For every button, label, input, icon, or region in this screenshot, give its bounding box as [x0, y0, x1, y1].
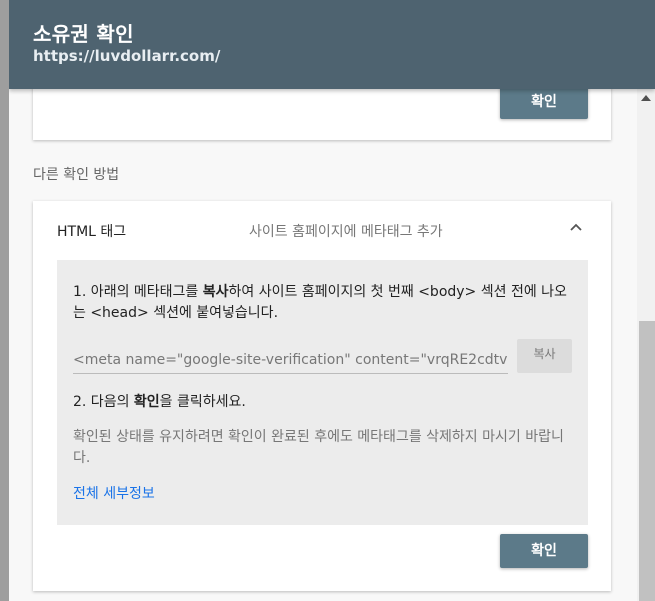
ownership-verification-dialog: 소유권 확인 https://luvdollarr.com/ 확인 다른 확인 … [9, 0, 655, 601]
background-strip [0, 0, 9, 601]
dialog-title: 소유권 확인 [33, 22, 134, 46]
scroll-thumb[interactable] [639, 321, 655, 601]
retention-note: 확인된 상태를 유지하려면 확인이 완료된 후에도 메타태그를 삭제하지 마시기… [73, 429, 564, 466]
dialog-body: 확인 다른 확인 방법 HTML 태그 사이트 홈페이지에 메타태그 추가 1.… [9, 60, 637, 601]
other-methods-label: 다른 확인 방법 [33, 167, 120, 183]
step1-bold: 복사 [202, 284, 229, 300]
copy-button[interactable]: 복사 [517, 339, 572, 373]
scroll-up-arrow-icon[interactable] [641, 95, 651, 101]
step2-bold: 확인 [133, 394, 160, 410]
html-tag-method-card: HTML 태그 사이트 홈페이지에 메타태그 추가 1. 아래의 메타태그를 복… [33, 201, 611, 591]
chevron-up-icon[interactable] [567, 219, 585, 237]
method-description: 사이트 홈페이지에 메타태그 추가 [249, 224, 443, 240]
meta-tag-field[interactable]: <meta name="google-site-verification" co… [73, 349, 508, 374]
property-url: https://luvdollarr.com/ [33, 47, 221, 65]
step2-suffix: 을 클릭하세요. [159, 394, 246, 410]
step1-prefix: 1. 아래의 메타태그를 [73, 284, 203, 300]
details-link[interactable]: 전체 세부정보 [73, 483, 155, 503]
confirm-button[interactable]: 확인 [500, 534, 588, 568]
confirm-button-top[interactable]: 확인 [500, 85, 588, 119]
step2-prefix: 2. 다음의 [73, 394, 134, 410]
instructions-box: 1. 아래의 메타태그를 복사하여 사이트 홈페이지의 첫 번째 <body> … [57, 260, 588, 525]
step1-text: 1. 아래의 메타태그를 복사하여 사이트 홈페이지의 첫 번째 <body> … [73, 282, 573, 324]
method-title[interactable]: HTML 태그 [57, 221, 126, 241]
dialog-header: 소유권 확인 https://luvdollarr.com/ [9, 0, 655, 89]
step2-text: 2. 다음의 확인을 클릭하세요. [73, 391, 246, 411]
scrollbar[interactable] [637, 89, 655, 601]
